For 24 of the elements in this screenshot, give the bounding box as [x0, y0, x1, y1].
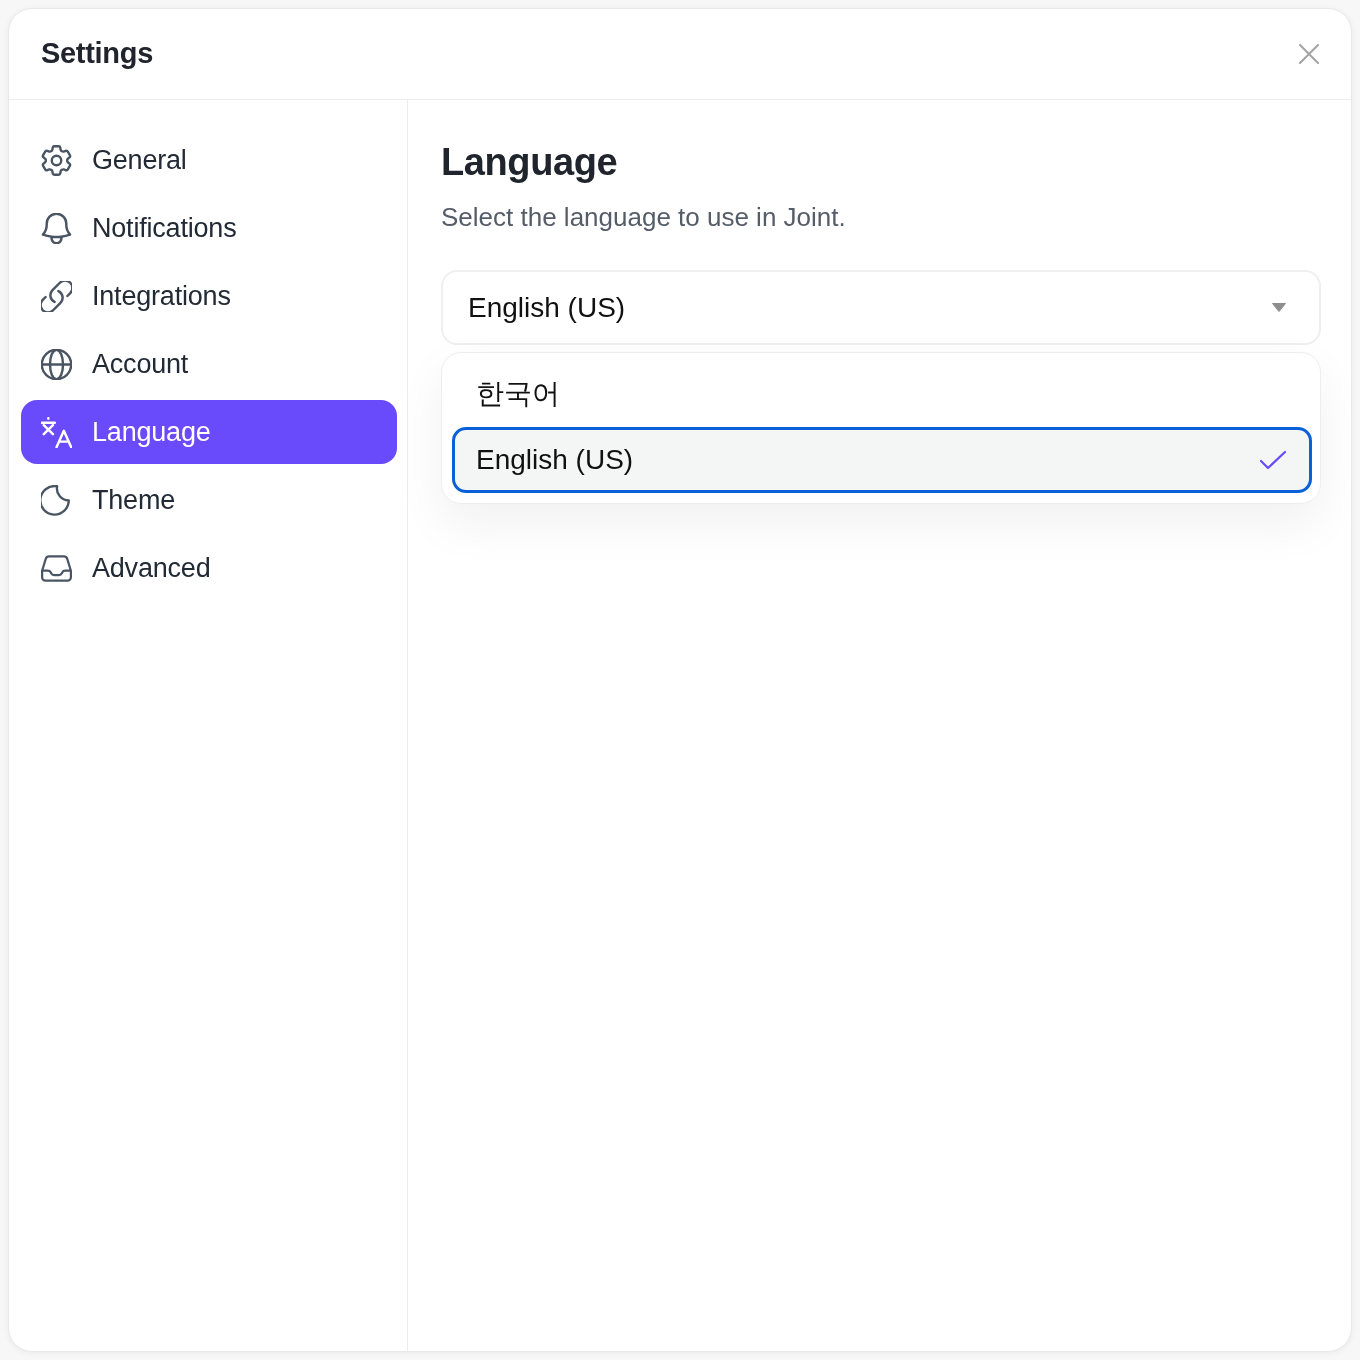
translate-icon: [41, 416, 72, 448]
sidebar-item[interactable]: General: [21, 128, 397, 192]
sidebar-item[interactable]: Theme: [21, 468, 397, 532]
inbox-icon: [41, 552, 72, 584]
sidebar-item[interactable]: Advanced: [21, 536, 397, 600]
moon-icon: [41, 484, 72, 516]
check-icon: [1259, 450, 1287, 470]
close-button[interactable]: [1299, 44, 1319, 64]
gear-icon: [41, 144, 72, 176]
dropdown-option[interactable]: 한국어: [452, 361, 1312, 427]
sidebar-item[interactable]: Integrations: [21, 264, 397, 328]
sidebar-item[interactable]: Notifications: [21, 196, 397, 260]
sidebar-item[interactable]: Language: [21, 400, 397, 464]
language-select[interactable]: English (US): [441, 270, 1321, 345]
dropdown-option[interactable]: English (US): [452, 427, 1312, 493]
section-heading: Language: [441, 140, 619, 185]
close-icon: [1299, 44, 1319, 64]
sidebar-item[interactable]: Account: [21, 332, 397, 396]
bell-icon: [41, 212, 72, 244]
window-title: Settings: [41, 36, 153, 72]
caret-down-icon: [1272, 303, 1286, 312]
section-description: Select the language to use in Joint.: [441, 201, 847, 234]
link-icon: [41, 280, 72, 312]
globe-icon: [41, 348, 72, 380]
